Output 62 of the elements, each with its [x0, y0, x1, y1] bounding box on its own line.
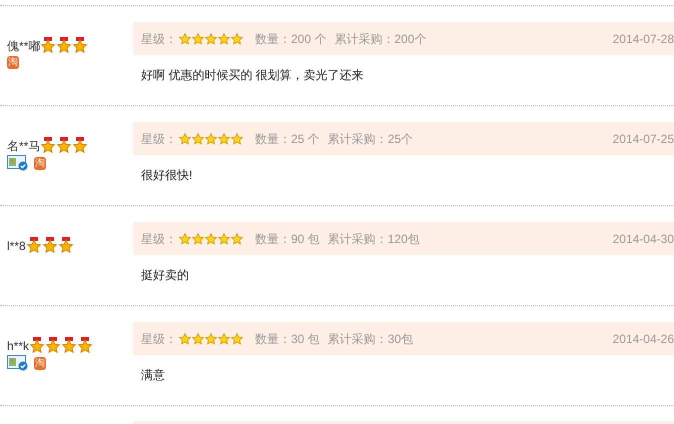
star-icon	[218, 132, 230, 144]
medal-star-icon	[72, 37, 88, 54]
review-date: 2014-04-26	[612, 330, 674, 348]
total-purchased: 累计采购：120包	[328, 230, 420, 248]
shop-badge: 淘	[34, 356, 46, 370]
star-icon	[218, 332, 230, 344]
medal-star-icon	[45, 337, 62, 354]
buyer-name: h**k	[7, 338, 30, 354]
review-date: 2014-04-30	[612, 230, 674, 248]
shop-badge: 淘	[34, 156, 46, 170]
star-icon	[231, 132, 243, 144]
star-icon	[231, 332, 243, 344]
rating-label: 星级：	[141, 130, 177, 148]
quantity: 数量：200 个	[255, 30, 326, 48]
review-date: 2014-07-28	[612, 30, 674, 48]
star-icon	[179, 332, 191, 344]
star-icon	[192, 132, 204, 144]
star-icon	[179, 32, 191, 44]
star-icon	[231, 32, 243, 44]
quantity: 数量：30 包	[255, 330, 320, 348]
star-icon	[179, 232, 191, 244]
medal-star-icon	[29, 337, 46, 354]
star-icon	[205, 32, 217, 44]
review-comment: 挺好卖的	[140, 267, 190, 284]
star-icon	[218, 232, 230, 244]
medal-star-icon	[26, 237, 42, 254]
star-icon	[205, 132, 217, 144]
review-comment: 很好很快!	[140, 167, 194, 184]
medal-star-icon	[42, 237, 58, 254]
star-icon	[205, 232, 217, 244]
star-icon	[218, 32, 230, 44]
shop-badge: 淘	[7, 56, 19, 68]
medal-star-icon	[72, 137, 88, 154]
review-date: 2014-07-25	[612, 130, 674, 148]
id-card-verified-icon	[7, 355, 29, 371]
star-icon	[179, 132, 191, 144]
medal-star-icon	[77, 337, 94, 354]
quantity: 数量：25 个	[255, 130, 320, 148]
rating-label: 星级：	[141, 330, 177, 348]
star-icon	[192, 32, 204, 44]
total-purchased: 累计采购：30包	[328, 330, 414, 348]
review-comment: 满意	[140, 367, 166, 384]
medal-star-icon	[58, 237, 74, 254]
buyer-name: 傀**嘟	[7, 38, 40, 54]
medal-star-icon	[40, 37, 56, 54]
id-card-verified-icon	[7, 155, 29, 171]
star-icon	[205, 332, 217, 344]
rating-label: 星级：	[141, 230, 177, 248]
total-purchased: 累计采购：25个	[328, 130, 414, 148]
medal-star-icon	[56, 137, 72, 154]
star-icon	[192, 232, 204, 244]
review-comment: 好啊 优惠的时候买的 很划算，卖光了还来	[140, 67, 365, 84]
buyer-name: 名**马	[7, 138, 40, 154]
medal-star-icon	[61, 337, 78, 354]
quantity: 数量：90 包	[255, 230, 320, 248]
total-purchased: 累计采购：200个	[334, 30, 426, 48]
medal-star-icon	[56, 37, 72, 54]
rating-label: 星级：	[141, 30, 177, 48]
star-icon	[231, 232, 243, 244]
buyer-name: l**8	[7, 238, 26, 254]
star-icon	[192, 332, 204, 344]
medal-star-icon	[40, 137, 56, 154]
